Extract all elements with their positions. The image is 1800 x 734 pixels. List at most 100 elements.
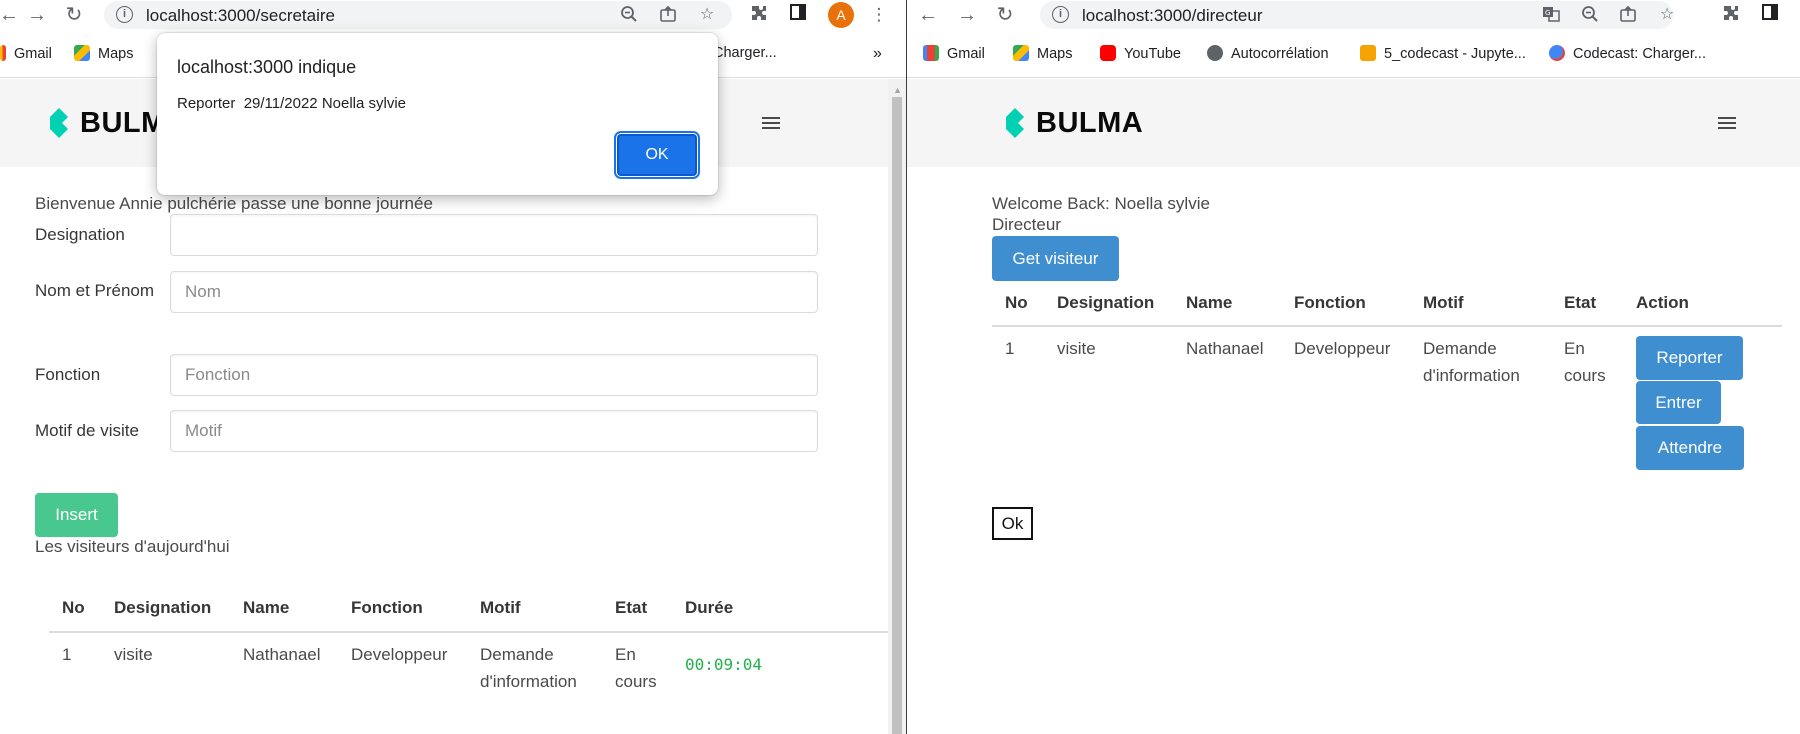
cell-name: Nathanael [243, 645, 321, 664]
hamburger-menu-icon[interactable] [1716, 115, 1738, 131]
forward-icon[interactable]: → [24, 3, 50, 27]
menu-kebab-icon[interactable]: ⋮ [867, 3, 891, 27]
bookmark-jupyter[interactable]: 5_codecast - Jupyte... [1360, 45, 1526, 65]
designation-label: Designation [35, 225, 125, 244]
scrollbar-thumb[interactable] [892, 97, 902, 734]
cell-no: 1 [1005, 339, 1015, 358]
col-header-name: Name [1186, 293, 1233, 312]
motif-input[interactable] [170, 410, 818, 452]
bookmark-gmail[interactable]: Gmail [923, 45, 985, 65]
bookmark-gmail[interactable]: Gmail [0, 45, 52, 65]
zoom-icon[interactable] [618, 5, 640, 25]
back-icon[interactable]: ← [915, 3, 941, 27]
navbar: BULMA [907, 79, 1800, 167]
dialog-message: Reporter 29/11/2022 Noella sylvie [177, 95, 407, 112]
url-text[interactable]: localhost:3000/secretaire [146, 6, 335, 26]
bookmark-autocorrelation[interactable]: Autocorrélation [1207, 45, 1329, 65]
role-text: Directeur [992, 215, 1061, 234]
cell-fonction: Developpeur [1294, 339, 1391, 358]
extensions-icon[interactable] [747, 3, 771, 27]
browser-window-directeur: ← → ↻ i localhost:3000/directeur G ☆ Gma… [907, 0, 1800, 734]
bookmarks-bar: Gmail Maps YouTube Autocorrélation 5_cod… [907, 40, 1800, 70]
maps-icon [74, 45, 90, 61]
insert-button[interactable]: Insert [35, 493, 118, 537]
col-header-fonction: Fonction [1294, 293, 1366, 312]
col-header-designation: Designation [1057, 293, 1155, 312]
ok-button[interactable]: Ok [992, 507, 1033, 540]
reporter-button[interactable]: Reporter [1636, 336, 1743, 380]
bookmark-maps[interactable]: Maps [74, 45, 133, 65]
extensions-icon[interactable] [1719, 3, 1743, 27]
side-panel-icon[interactable] [786, 3, 810, 27]
cell-no: 1 [62, 645, 72, 664]
brand-name: BULMA [1036, 106, 1144, 139]
nom-input[interactable] [170, 271, 818, 313]
col-header-etat: Etat [1564, 293, 1597, 312]
maps-icon [1013, 45, 1029, 61]
dialog-title: localhost:3000 indique [177, 57, 357, 77]
address-row: ← → ↻ i localhost:3000/directeur G ☆ [907, 0, 1800, 30]
bookmark-youtube[interactable]: YouTube [1100, 45, 1181, 65]
page-scrollbar[interactable]: ▲ [888, 79, 906, 734]
address-row: ← → ↻ i localhost:3000/secretaire ☆ A ⋮ [0, 0, 906, 30]
browser-toolbar: ← → ↻ i localhost:3000/directeur G ☆ Gma… [907, 0, 1800, 78]
cell-motif: Demande d'information [1423, 339, 1520, 385]
back-icon[interactable]: ← [0, 3, 22, 27]
col-header-motif: Motif [480, 598, 521, 617]
designation-input[interactable] [170, 214, 818, 256]
notebook-icon [1360, 45, 1376, 61]
cell-etat: En cours [615, 645, 657, 691]
bookmark-codecast[interactable]: Charger... [713, 45, 777, 65]
cell-fonction: Developpeur [351, 645, 448, 664]
welcome-message: Welcome Back: Noella sylvie [992, 194, 1210, 213]
bookmark-star-icon[interactable]: ☆ [696, 5, 718, 25]
cell-name: Nathanael [1186, 339, 1264, 358]
scroll-up-arrow-icon[interactable]: ▲ [893, 85, 902, 95]
bulma-logo[interactable]: BULMA [1004, 105, 1143, 141]
cell-motif: Demande d'information [480, 645, 577, 691]
welcome-message: Bienvenue Annie pulchérie passe une bonn… [35, 194, 433, 213]
globe-icon [1207, 45, 1223, 61]
nom-label: Nom et Prénom [35, 281, 155, 300]
address-bar[interactable]: i localhost:3000/secretaire ☆ [104, 1, 732, 29]
page-content: BULMA Welcome Back: Noella sylvie Direct… [907, 79, 1800, 734]
forward-icon[interactable]: → [954, 3, 980, 27]
hamburger-menu-icon[interactable] [760, 115, 782, 131]
bookmark-maps[interactable]: Maps [1013, 45, 1072, 65]
reload-icon[interactable]: ↻ [992, 3, 1018, 27]
side-panel-icon[interactable] [1758, 3, 1782, 27]
col-header-etat: Etat [615, 598, 648, 617]
col-header-no: No [62, 598, 85, 617]
bulma-mark-icon [50, 108, 68, 138]
fonction-label: Fonction [35, 365, 101, 384]
profile-avatar[interactable]: A [828, 2, 854, 28]
site-info-icon[interactable]: i [1052, 6, 1069, 23]
col-header-no: No [1005, 293, 1028, 312]
browser-window-secretaire: ← → ↻ i localhost:3000/secretaire ☆ A ⋮ … [0, 0, 906, 734]
bookmark-star-icon[interactable]: ☆ [1656, 5, 1678, 25]
get-visitors-button[interactable]: Get visiteur [992, 236, 1119, 281]
reload-icon[interactable]: ↻ [61, 3, 87, 27]
bookmark-codecast[interactable]: Codecast: Charger... [1549, 45, 1706, 65]
col-header-action: Action [1636, 293, 1689, 312]
col-header-motif: Motif [1423, 293, 1464, 312]
alert-dialog: localhost:3000 indique Reporter 29/11/20… [157, 33, 718, 195]
address-bar[interactable]: i localhost:3000/directeur G ☆ [1040, 1, 1674, 29]
attendre-button[interactable]: Attendre [1636, 426, 1744, 470]
url-text[interactable]: localhost:3000/directeur [1082, 6, 1263, 26]
cell-duree-timer: 00:09:04 [685, 655, 763, 674]
site-info-icon[interactable]: i [116, 6, 133, 23]
visitors-title: Les visiteurs d'aujourd'hui [35, 537, 230, 556]
bulma-mark-icon [1006, 108, 1024, 138]
zoom-icon[interactable] [1579, 5, 1601, 25]
bookmarks-overflow-button[interactable]: » [873, 45, 882, 65]
col-header-designation: Designation [114, 598, 212, 617]
share-icon[interactable] [657, 5, 679, 25]
fonction-input[interactable] [170, 354, 818, 396]
col-header-fonction: Fonction [351, 598, 423, 617]
translate-icon[interactable]: G [1540, 5, 1562, 25]
dialog-ok-button[interactable]: OK [614, 131, 700, 179]
entrer-button[interactable]: Entrer [1636, 381, 1721, 424]
youtube-icon [1100, 45, 1116, 61]
share-icon[interactable] [1617, 5, 1639, 25]
